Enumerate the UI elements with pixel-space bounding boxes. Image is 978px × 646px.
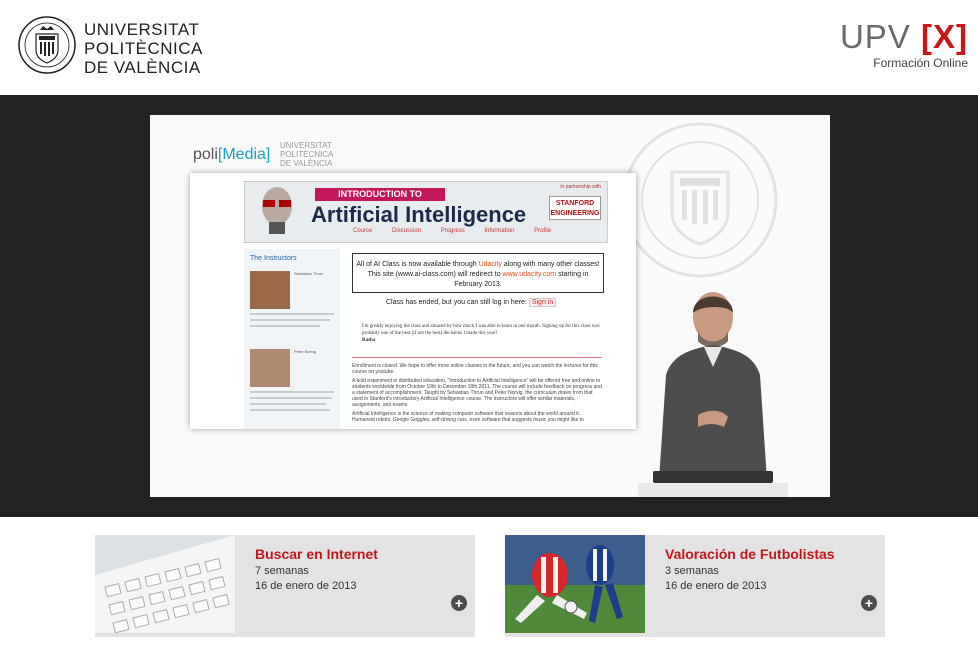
quote-text: I'm greatly enjoying the class and amaze… <box>362 324 600 336</box>
nav-course: Course <box>353 228 373 234</box>
text-line <box>250 397 332 399</box>
keyboard-thumbnail <box>95 535 235 633</box>
polimedia-upv-line: DE VALÈNCIA <box>280 159 333 168</box>
course-card[interactable]: Valoración de Futbolistas 3 semanas 16 d… <box>505 535 885 637</box>
polimedia-logo: poli[Media] <box>193 146 270 164</box>
nav-information: Information <box>484 228 515 234</box>
presenter-figure <box>638 292 788 497</box>
upvx-logo-upv: UPV <box>839 18 911 55</box>
robot-head-icon <box>262 187 292 234</box>
site-header: UNIVERSITAT POLITÈCNICA DE VALÈNCIA UPV … <box>0 0 978 95</box>
sign-in-button: Sign in <box>528 298 557 307</box>
upvx-logo[interactable]: UPV [X] Formación Online <box>840 18 968 70</box>
upvx-logo-subtitle: Formación Online <box>873 56 968 70</box>
class-ended-text: Class has ended, but you can still log i… <box>386 298 557 307</box>
course-title[interactable]: Valoración de Futbolistas <box>665 546 835 562</box>
notice-text: All of AI Class is now available through <box>356 261 477 268</box>
nav-progress: Progress <box>440 228 465 234</box>
description-paragraph: Enrollment is closed. We hope to offer m… <box>352 363 598 375</box>
udacity-url-link: www.udacity.com <box>502 271 557 278</box>
banner-nav: Course Discussion Progress Information P… <box>353 228 569 234</box>
instructor-name: Peter Norvig <box>294 349 317 354</box>
course-duration: 3 semanas <box>665 565 719 577</box>
quote-author: Rasha <box>362 338 376 343</box>
course-title[interactable]: Buscar en Internet <box>255 546 378 562</box>
udacity-notice: All of AI Class is now available through… <box>352 253 604 293</box>
video-player[interactable]: poli[Media] UNIVERSITAT POLITÈCNICA DE V… <box>150 115 830 497</box>
university-name-line: UNIVERSITAT <box>84 20 200 39</box>
text-line <box>250 313 334 315</box>
polimedia-upv-line: POLITÈCNICA <box>280 150 334 159</box>
course-date: 16 de enero de 2013 <box>255 580 357 592</box>
banner-intro: INTRODUCTION TO <box>315 188 445 201</box>
text-line <box>250 391 334 393</box>
instructor-photo <box>250 271 290 309</box>
university-name-line: POLITÈCNICA <box>84 39 203 58</box>
instructor-photo <box>250 349 290 387</box>
instructors-sidebar: The Instructors Sebastian Thrun Peter No… <box>244 249 340 429</box>
testimonial-quote: I'm greatly enjoying the class and amaze… <box>362 323 608 344</box>
text-line <box>250 319 330 321</box>
instructor-name: Sebastian Thrun <box>294 271 324 276</box>
divider <box>352 357 602 358</box>
nav-discussion: Discussion <box>392 228 422 234</box>
plus-icon[interactable]: + <box>451 595 467 611</box>
course-list: Buscar en Internet 7 semanas 16 de enero… <box>0 517 978 646</box>
nav-profile: Profile <box>534 228 552 234</box>
instructors-title: The Instructors <box>250 255 297 262</box>
video-stage: poli[Media] UNIVERSITAT POLITÈCNICA DE V… <box>0 95 978 517</box>
university-name[interactable]: UNIVERSITAT POLITÈCNICA DE VALÈNCIA <box>84 20 203 77</box>
text-line <box>250 403 326 405</box>
course-card[interactable]: Buscar en Internet 7 semanas 16 de enero… <box>95 535 475 637</box>
football-thumbnail <box>505 535 645 633</box>
course-date: 16 de enero de 2013 <box>665 580 767 592</box>
course-description: Enrollment is closed. We hope to offer m… <box>352 363 604 423</box>
watermark-seal-icon <box>622 122 778 278</box>
ended-text: Class has ended, but you can still log i… <box>386 299 527 306</box>
description-paragraph: Artificial Intelligence is the science o… <box>352 411 584 423</box>
plus-icon[interactable]: + <box>861 595 877 611</box>
upv-seal-logo[interactable] <box>18 16 76 74</box>
polimedia-poli: poli <box>193 146 218 163</box>
polimedia-upv-line: UNIVERSITAT <box>280 141 332 150</box>
banner-title: Artificial Intelligence <box>311 202 527 227</box>
upvx-logo-x: [X] <box>921 18 968 55</box>
course-duration: 7 semanas <box>255 565 309 577</box>
udacity-link: Udacity <box>478 261 502 268</box>
text-line <box>250 409 330 411</box>
text-line <box>250 325 320 327</box>
slide-webpage: INTRODUCTION TO Artificial Intelligence … <box>190 173 636 429</box>
university-name-line: DE VALÈNCIA <box>84 58 201 77</box>
description-paragraph: A bold experiment in distributed educati… <box>352 378 602 408</box>
polimedia-media: [Media] <box>217 146 271 163</box>
polimedia-upv-logo: UNIVERSITAT POLITÈCNICA DE VALÈNCIA <box>280 141 333 168</box>
stanford-logo: STANFORD ENGINEERING <box>549 196 601 220</box>
course-banner: INTRODUCTION TO Artificial Intelligence … <box>244 181 608 243</box>
banner-partner: in partnership with <box>560 184 601 190</box>
